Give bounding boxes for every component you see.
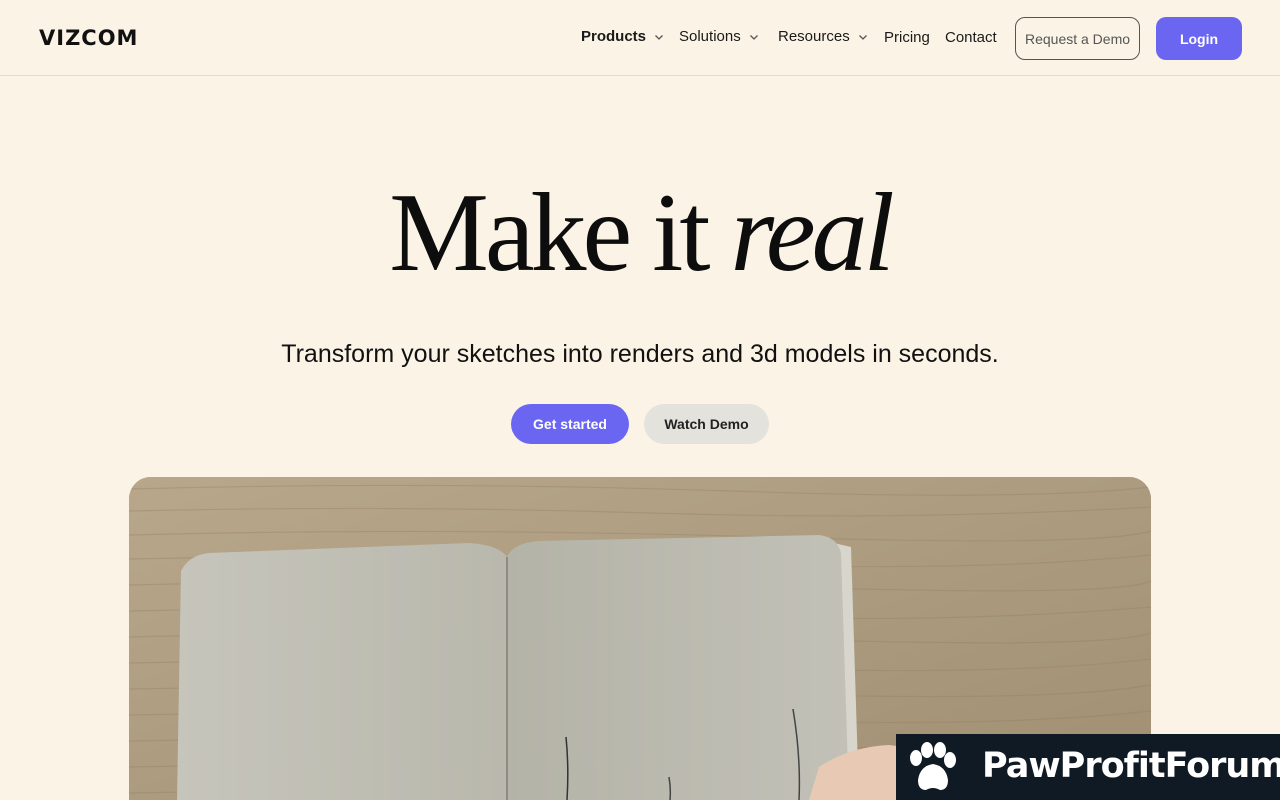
chevron-down-icon xyxy=(654,32,664,42)
hero-subtitle: Transform your sketches into renders and… xyxy=(281,340,999,368)
watermark-text: PawProfitForum xyxy=(982,746,1280,786)
hero-title-emphasis: real xyxy=(730,171,894,295)
nav-products-label: Products xyxy=(581,28,647,45)
hero-title: Make it real xyxy=(0,171,1280,295)
vizcom-logo[interactable]: VIZCOM xyxy=(39,26,138,50)
nav-contact[interactable]: Contact xyxy=(945,29,997,46)
hero-title-plain: Make it xyxy=(389,171,731,295)
nav-solutions[interactable]: Solutions xyxy=(679,28,759,45)
chevron-down-icon xyxy=(749,32,759,42)
nav-resources-label: Resources xyxy=(778,28,850,45)
chevron-down-icon xyxy=(858,32,868,42)
get-started-button[interactable]: Get started xyxy=(511,404,629,444)
watermark-badge: PawProfitForum xyxy=(896,734,1280,800)
watch-demo-button[interactable]: Watch Demo xyxy=(644,404,769,444)
nav-products[interactable]: Products xyxy=(581,28,664,45)
login-button[interactable]: Login xyxy=(1156,17,1242,60)
request-demo-button[interactable]: Request a Demo xyxy=(1015,17,1140,60)
site-header: VIZCOM Products Solutions Resources Pric… xyxy=(0,0,1280,76)
nav-solutions-label: Solutions xyxy=(679,28,741,45)
paw-icon xyxy=(910,742,956,790)
nav-resources[interactable]: Resources xyxy=(778,28,868,45)
nav-pricing[interactable]: Pricing xyxy=(884,29,930,46)
